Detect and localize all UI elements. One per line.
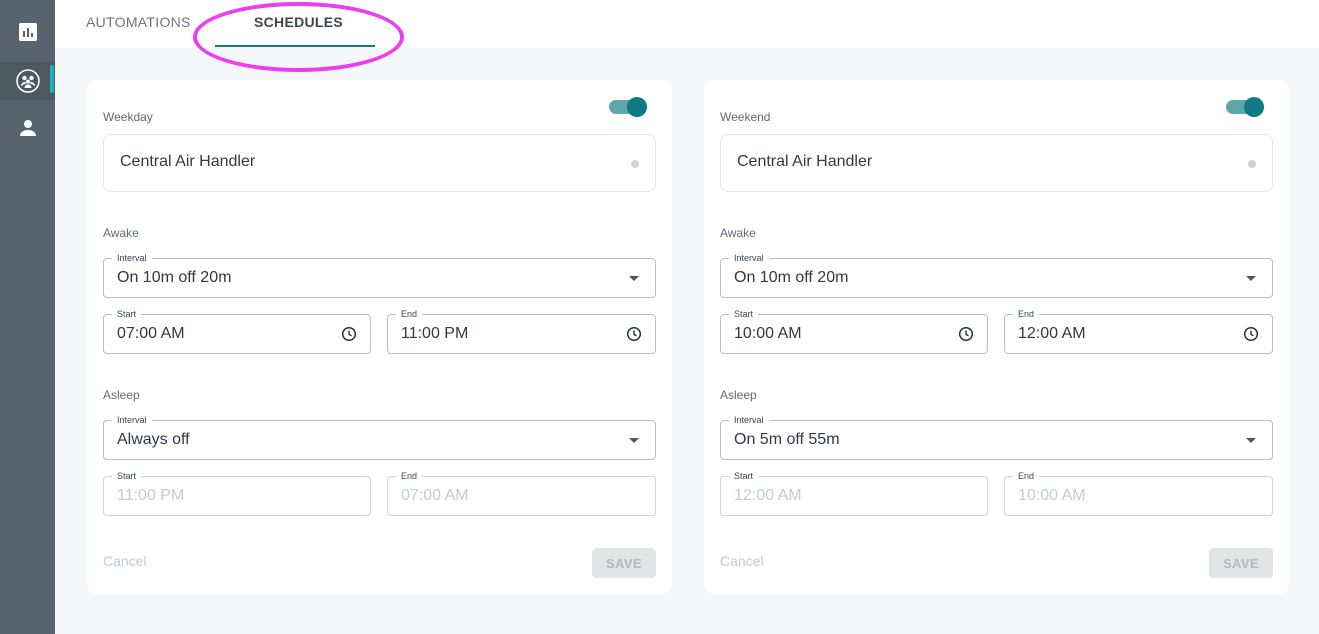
cancel-button[interactable]: Cancel	[103, 553, 147, 569]
asleep-start-time-input: Start 12:00 AM	[720, 470, 988, 516]
device-name: Central Air Handler	[120, 153, 256, 170]
field-value: On 10m off 20m	[117, 269, 232, 286]
sidebar	[0, 0, 55, 634]
clock-icon[interactable]	[340, 325, 358, 343]
field-value: On 5m off 55m	[734, 431, 840, 448]
awake-interval-select[interactable]: Interval On 10m off 20m	[720, 252, 1273, 298]
awake-start-time-input[interactable]: Start 10:00 AM	[720, 308, 988, 354]
field-label: End	[1013, 308, 1040, 320]
clock-icon[interactable]	[625, 325, 643, 343]
asleep-section-label: Asleep	[720, 388, 757, 402]
chevron-down-icon	[625, 431, 643, 449]
device-name: Central Air Handler	[737, 153, 873, 170]
field-value: 12:00 AM	[734, 487, 802, 504]
asleep-interval-select[interactable]: Interval On 5m off 55m	[720, 414, 1273, 460]
field-value: 07:00 AM	[117, 325, 185, 342]
clock-icon[interactable]	[1242, 325, 1260, 343]
field-label: Start	[729, 308, 759, 320]
clock-icon[interactable]	[957, 325, 975, 343]
cancel-button[interactable]: Cancel	[720, 553, 764, 569]
field-value: 10:00 AM	[1018, 487, 1086, 504]
awake-interval-select[interactable]: Interval On 10m off 20m	[103, 252, 656, 298]
toggle-thumb	[1244, 97, 1264, 117]
awake-end-time-input[interactable]: End 11:00 PM	[387, 308, 656, 354]
person-icon	[19, 120, 36, 136]
awake-start-time-input[interactable]: Start 07:00 AM	[103, 308, 371, 354]
field-label: End	[396, 308, 423, 320]
field-value: 11:00 PM	[117, 487, 185, 504]
status-dot-icon	[631, 160, 639, 168]
field-label: Interval	[729, 252, 769, 264]
save-button[interactable]: SAVE	[1209, 548, 1273, 578]
annotation-highlight-circle	[193, 2, 404, 72]
field-label: Interval	[112, 414, 152, 426]
awake-end-time-input[interactable]: End 12:00 AM	[1004, 308, 1273, 354]
field-label: End	[1013, 470, 1040, 482]
schedule-title: Weekday	[103, 110, 153, 124]
schedule-card-weekday: Weekday Central Air Handler Awake Interv…	[87, 80, 672, 594]
asleep-interval-select[interactable]: Interval Always off	[103, 414, 656, 460]
status-dot-icon	[1248, 160, 1256, 168]
sidebar-item-profile[interactable]	[0, 109, 55, 147]
field-value: 10:00 AM	[734, 325, 802, 342]
field-value: 07:00 AM	[401, 487, 469, 504]
schedule-card-weekend: Weekend Central Air Handler Awake Interv…	[704, 80, 1289, 594]
chevron-down-icon	[625, 269, 643, 287]
field-label: Interval	[729, 414, 769, 426]
bar-chart-icon	[18, 23, 37, 41]
group-icon	[15, 69, 40, 93]
awake-section-label: Awake	[103, 226, 139, 240]
field-value: 11:00 PM	[401, 325, 469, 342]
chevron-down-icon	[1242, 269, 1260, 287]
chevron-down-icon	[1242, 431, 1260, 449]
asleep-section-label: Asleep	[103, 388, 140, 402]
field-label: End	[396, 470, 423, 482]
device-selector[interactable]: Central Air Handler	[103, 134, 656, 192]
field-label: Start	[112, 470, 142, 482]
awake-section-label: Awake	[720, 226, 756, 240]
device-selector[interactable]: Central Air Handler	[720, 134, 1273, 192]
field-value: 12:00 AM	[1018, 325, 1086, 342]
field-value: On 10m off 20m	[734, 269, 849, 286]
asleep-end-time-input: End 10:00 AM	[1004, 470, 1273, 516]
asleep-end-time-input: End 07:00 AM	[387, 470, 656, 516]
schedule-enabled-toggle[interactable]	[609, 96, 647, 118]
field-label: Start	[729, 470, 759, 482]
asleep-start-time-input: Start 11:00 PM	[103, 470, 371, 516]
sidebar-item-analytics[interactable]	[0, 13, 55, 51]
tab-automations[interactable]: AUTOMATIONS	[86, 14, 191, 30]
toggle-thumb	[627, 97, 647, 117]
schedule-title: Weekend	[720, 110, 771, 124]
save-button[interactable]: SAVE	[592, 548, 656, 578]
schedule-enabled-toggle[interactable]	[1226, 96, 1264, 118]
field-label: Interval	[112, 252, 152, 264]
field-label: Start	[112, 308, 142, 320]
field-value: Always off	[117, 431, 190, 448]
sidebar-item-groups[interactable]	[0, 62, 55, 100]
